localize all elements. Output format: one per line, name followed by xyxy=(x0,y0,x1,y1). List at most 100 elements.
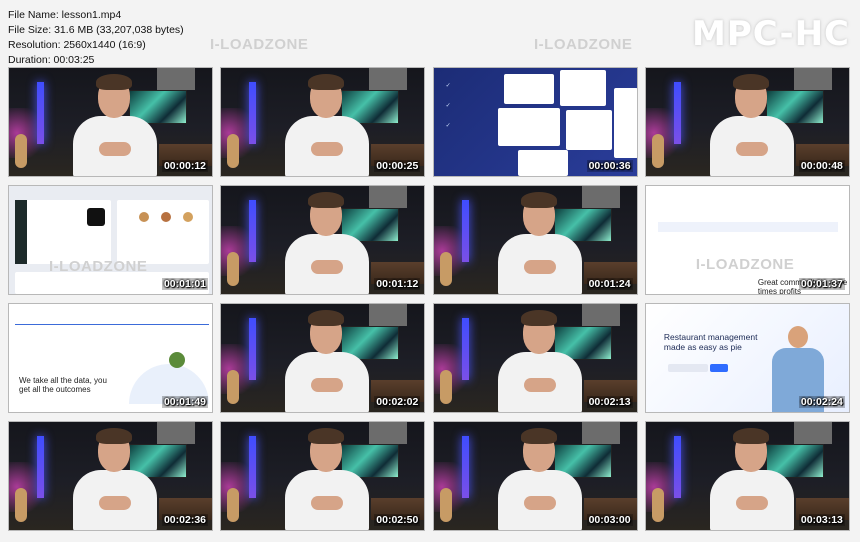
thumbnail[interactable]: 00:00:48 xyxy=(644,67,850,177)
blue-light-bar xyxy=(249,82,257,144)
file-info-panel: File Name: lesson1.mp4 File Size: 31.6 M… xyxy=(8,8,184,68)
timestamp-label: 00:00:25 xyxy=(374,160,421,172)
presenter xyxy=(71,422,159,530)
food-icon xyxy=(161,212,171,222)
bullet-mark: ✓ xyxy=(445,83,451,89)
bullet-mark: ✓ xyxy=(445,123,451,129)
presenter xyxy=(496,304,584,412)
presenter xyxy=(496,422,584,530)
presenter-hands xyxy=(311,378,344,392)
presenter-hair xyxy=(520,192,557,208)
cta-button xyxy=(709,364,728,372)
restaurant-headline: Restaurant management made as easy as pi… xyxy=(663,332,758,352)
blue-light-bar xyxy=(249,318,257,380)
guitar xyxy=(15,488,27,522)
timestamp-label: 00:02:13 xyxy=(586,396,633,408)
timestamp-label: 00:03:13 xyxy=(798,514,845,526)
thumbnail[interactable]: 00:02:50 xyxy=(220,421,426,531)
guitar xyxy=(439,488,452,522)
guitar xyxy=(227,252,240,286)
presenter-hands xyxy=(523,260,556,274)
timestamp-label: 00:00:36 xyxy=(586,160,633,172)
feature-row xyxy=(657,222,838,232)
timestamp-label: 00:02:02 xyxy=(374,396,421,408)
thumbnail[interactable]: 00:02:02 xyxy=(220,303,426,413)
guitar xyxy=(15,134,27,168)
presenter-hands xyxy=(99,142,131,156)
brand-logo: MPC-HC xyxy=(691,14,850,54)
thumbnail[interactable]: 00:02:36 xyxy=(8,421,213,531)
guitar xyxy=(227,488,240,522)
thumbnail[interactable]: 00:03:13 xyxy=(644,421,850,531)
presenter-hair xyxy=(308,428,345,444)
food-icon xyxy=(183,212,193,222)
blue-light-bar xyxy=(673,82,681,144)
presenter-hair xyxy=(308,74,345,90)
ui-card xyxy=(517,150,568,176)
thumbnail[interactable]: 00:00:12 xyxy=(8,67,213,177)
wall-frame xyxy=(157,422,195,444)
food-icon xyxy=(169,352,185,368)
wall-frame xyxy=(581,186,620,208)
person-head xyxy=(787,326,808,348)
bullet-mark: ✓ xyxy=(445,103,451,109)
timestamp-label: 00:02:36 xyxy=(161,514,208,526)
presenter-hands xyxy=(523,378,556,392)
timestamp-label: 00:02:24 xyxy=(798,396,845,408)
wall-frame xyxy=(157,68,195,90)
timestamp-label: 00:02:50 xyxy=(374,514,421,526)
thumbnail[interactable]: 00:01:12 xyxy=(220,185,426,295)
thumbnail[interactable]: Restaurant management made as easy as pi… xyxy=(644,303,850,413)
thumbnail[interactable]: 00:03:00 xyxy=(432,421,638,531)
presenter-hair xyxy=(308,192,345,208)
presenter-hands xyxy=(311,142,344,156)
wall-frame xyxy=(369,68,408,90)
guitar xyxy=(651,488,664,522)
timestamp-label: 00:00:48 xyxy=(798,160,845,172)
timestamp-label: 00:01:49 xyxy=(161,396,208,408)
watermark-text: I-LOADZONE xyxy=(49,258,148,275)
presenter-hair xyxy=(96,428,132,444)
timestamp-label: 00:01:12 xyxy=(374,278,421,290)
timestamp-label: 00:01:24 xyxy=(586,278,633,290)
presenter xyxy=(283,186,371,294)
presenter-hands xyxy=(735,496,768,510)
presenter-hands xyxy=(311,260,344,274)
presenter-hair xyxy=(308,310,345,326)
presenter-hands xyxy=(735,142,768,156)
menu-panel xyxy=(117,200,209,264)
thumbnail[interactable]: 00:01:24 xyxy=(432,185,638,295)
wall-frame xyxy=(581,304,620,326)
blue-light-bar xyxy=(249,436,257,498)
blue-light-bar xyxy=(249,200,257,262)
presenter-hair xyxy=(732,74,769,90)
watermark-text: I-LOADZONE xyxy=(210,36,309,53)
blue-light-bar xyxy=(37,436,44,498)
timestamp-label: 00:01:37 xyxy=(798,278,845,290)
presenter-hands xyxy=(311,496,344,510)
presenter-hair xyxy=(96,74,132,90)
thumbnail[interactable]: I-LOADZONE 00:01:01 xyxy=(8,185,213,295)
wall-frame xyxy=(581,422,620,444)
thumbnail[interactable]: We take all the data, you get all the ou… xyxy=(8,303,213,413)
file-name-text: File Name: lesson1.mp4 xyxy=(8,9,122,21)
guitar xyxy=(227,134,240,168)
presenter xyxy=(496,186,584,294)
blue-light-bar xyxy=(461,318,469,380)
wall-frame xyxy=(793,68,832,90)
presenter-hair xyxy=(520,428,557,444)
thumbnail[interactable]: ✓ ✓ ✓ 00:00:36 xyxy=(432,67,638,177)
thumbnail[interactable]: 00:00:25 xyxy=(220,67,426,177)
email-input xyxy=(667,364,708,372)
presenter xyxy=(708,68,796,176)
ui-card xyxy=(565,110,612,150)
thumbnail[interactable]: 00:02:13 xyxy=(432,303,638,413)
presenter-hands xyxy=(99,496,131,510)
file-size-text: File Size: 31.6 MB (33,207,038 bytes) xyxy=(8,24,184,36)
wall-frame xyxy=(793,422,832,444)
blue-light-bar xyxy=(461,436,469,498)
presenter-hands xyxy=(523,496,556,510)
resolution-text: Resolution: 2560x1440 (16:9) xyxy=(8,39,146,51)
thumbnail-grid: 00:00:12 00:00:25 ✓ ✓ ✓ 00:00:36 00:00:4… xyxy=(8,67,850,532)
thumbnail[interactable]: I-LOADZONE Great community is more times… xyxy=(644,185,850,295)
